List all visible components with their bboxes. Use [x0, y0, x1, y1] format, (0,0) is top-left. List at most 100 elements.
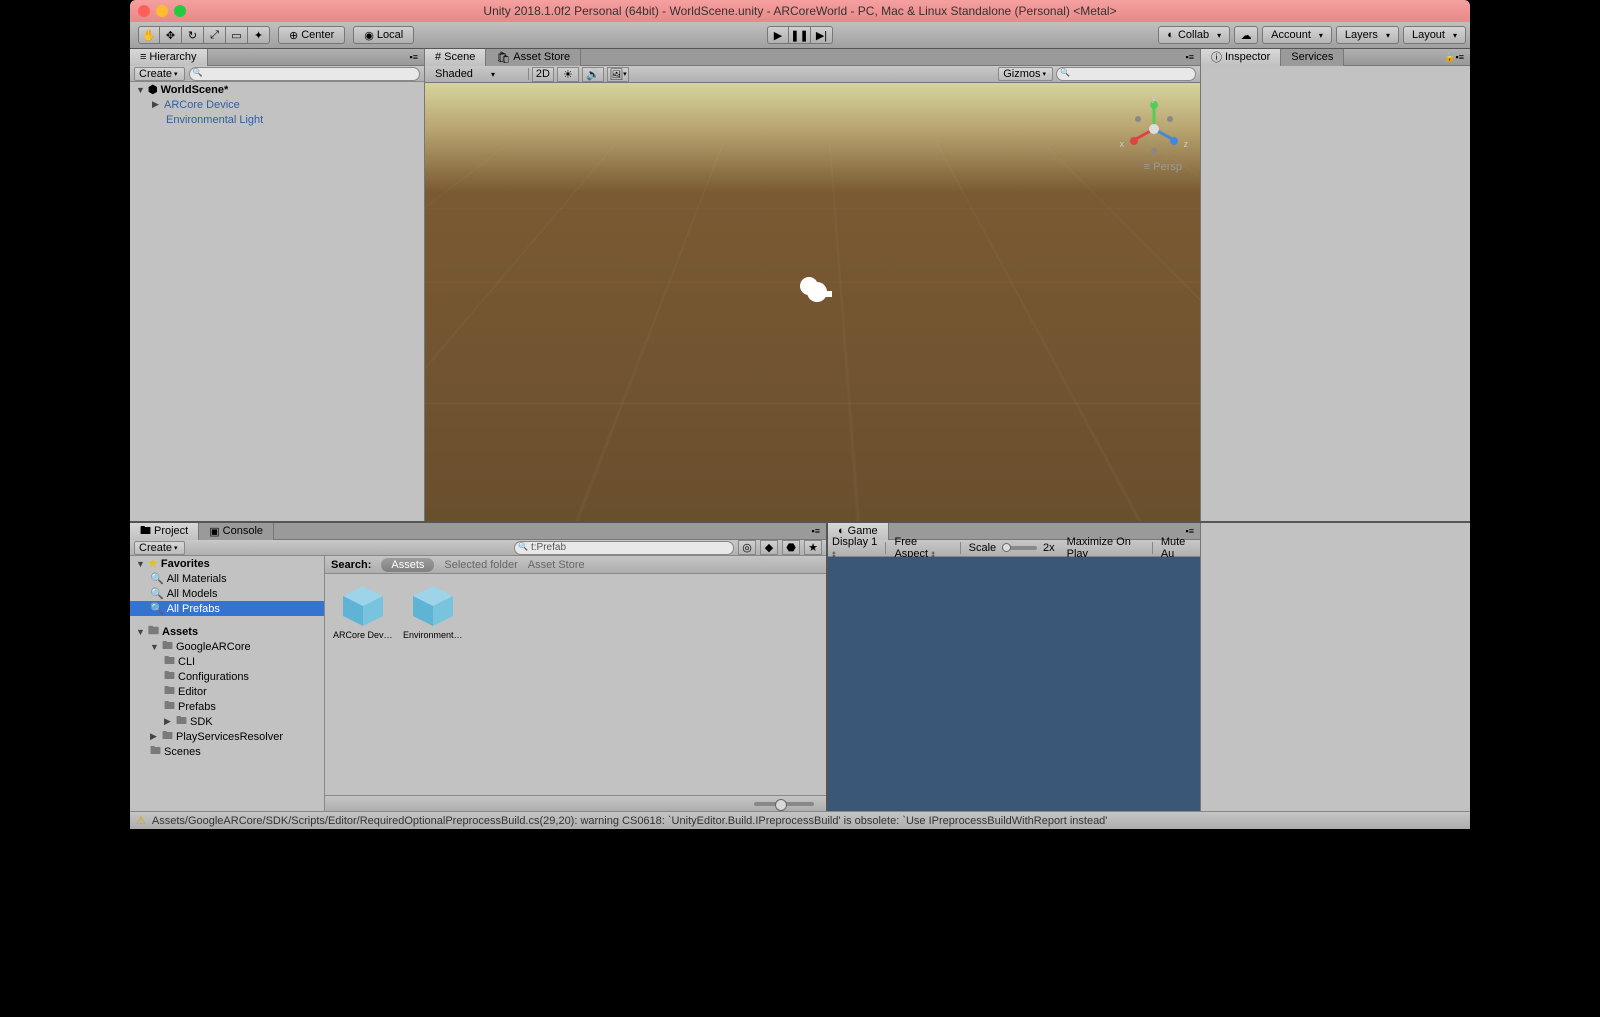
project-create-dropdown[interactable]: Create	[134, 541, 185, 555]
folder-googlearcore[interactable]: ▼🖿GoogleARCore	[130, 639, 324, 654]
project-subbar: Create t:Prefab ◎ ◆ ⬣ ★	[130, 540, 826, 556]
rotate-tool-button[interactable]: ↻	[182, 26, 204, 44]
project-body: ▼★Favorites 🔍All Materials 🔍All Models 🔍…	[130, 556, 826, 811]
scene-subbar: Shaded ▾ 2D ☀ 🔊 🖼▾ Gizmos	[425, 66, 1200, 83]
label-icon: ⬣	[786, 541, 796, 554]
scene-search-input[interactable]	[1056, 67, 1196, 81]
console-tab[interactable]: ▣Console	[199, 523, 274, 540]
inspector-tab[interactable]: ⓘInspector	[1201, 49, 1281, 66]
favorite-all-materials[interactable]: 🔍All Materials	[130, 571, 324, 586]
folder-sdk[interactable]: ▶🖿SDK	[130, 714, 324, 729]
warning-icon: ⚠	[136, 814, 146, 827]
filter-by-label-button[interactable]: ⬣	[782, 540, 800, 555]
hierarchy-create-dropdown[interactable]: Create	[134, 67, 185, 81]
prefab-environmental-light[interactable]: Environmenta...	[405, 584, 461, 640]
hierarchy-icon: ≡	[140, 51, 146, 63]
draw-mode-dropdown[interactable]: Shaded ▾	[429, 67, 525, 82]
services-tab[interactable]: Services	[1281, 49, 1344, 66]
filter-assets-pill[interactable]: Assets	[381, 558, 434, 572]
folder-configurations[interactable]: 🖿Configurations	[130, 669, 324, 684]
layout-dropdown[interactable]: Layout	[1403, 26, 1466, 44]
gizmos-dropdown[interactable]: Gizmos	[998, 67, 1053, 81]
minimize-icon[interactable]	[156, 5, 168, 17]
project-tree[interactable]: ▼★Favorites 🔍All Materials 🔍All Models 🔍…	[130, 556, 325, 811]
folder-prefabs[interactable]: 🖿Prefabs	[130, 699, 324, 714]
account-dropdown[interactable]: Account	[1262, 26, 1332, 44]
play-button[interactable]: ▶	[767, 26, 789, 44]
collab-dropdown[interactable]: ◐Collab	[1158, 26, 1230, 44]
search-clear-button[interactable]: ◎	[738, 540, 756, 555]
cloud-icon: ☁	[1241, 29, 1252, 42]
search-icon: 🔍	[150, 602, 164, 615]
folder-icon: 🖿	[164, 697, 175, 716]
scale-tool-button[interactable]: ⤢	[204, 26, 226, 44]
scale-slider[interactable]	[1002, 546, 1037, 550]
hierarchy-tree[interactable]: ▼⬢WorldScene* ▶ARCore Device Environment…	[130, 82, 424, 521]
pivot-rotation-button[interactable]: ◉Local	[353, 26, 414, 44]
save-search-button[interactable]: ★	[804, 540, 822, 555]
filter-by-type-button[interactable]: ◆	[760, 540, 778, 555]
hierarchy-item-arcore-device[interactable]: ▶ARCore Device	[130, 97, 424, 112]
fx-toggle-button[interactable]: 🖼▾	[607, 67, 629, 82]
favorite-all-prefabs[interactable]: 🔍All Prefabs	[130, 601, 324, 616]
rect-tool-button[interactable]: ▭	[226, 26, 248, 44]
audio-toggle-button[interactable]: 🔊	[582, 67, 604, 82]
sun-icon: ☀	[563, 68, 573, 81]
panel-menu-icon[interactable]: ▪≡	[1180, 52, 1200, 62]
close-icon[interactable]	[138, 5, 150, 17]
layers-dropdown[interactable]: Layers	[1336, 26, 1399, 44]
foldout-icon[interactable]: ▶	[152, 99, 161, 110]
status-bar[interactable]: ⚠ Assets/GoogleARCore/SDK/Scripts/Editor…	[130, 811, 1470, 829]
asset-store-tab[interactable]: 🛍Asset Store	[486, 49, 581, 66]
scene-tab[interactable]: #Scene	[425, 49, 486, 66]
search-icon: 🔍	[150, 587, 164, 600]
foldout-icon[interactable]: ▼	[136, 85, 145, 95]
filter-asset-store[interactable]: Asset Store	[528, 559, 585, 571]
favorite-all-models[interactable]: 🔍All Models	[130, 586, 324, 601]
hierarchy-tab[interactable]: ≡Hierarchy	[130, 49, 208, 66]
console-icon: ▣	[209, 525, 219, 538]
collab-icon: ◐	[1167, 29, 1174, 41]
project-asset-grid[interactable]: ARCore Device Environmenta...	[325, 574, 826, 795]
folder-editor[interactable]: 🖿Editor	[130, 684, 324, 699]
projection-label[interactable]: ≡ Persp	[1144, 161, 1182, 173]
cloud-button[interactable]: ☁	[1234, 26, 1258, 44]
assets-header[interactable]: ▼🖿Assets	[130, 624, 324, 639]
project-tab[interactable]: 🖿Project	[130, 523, 199, 540]
scene-panel: #Scene 🛍Asset Store ▪≡ Shaded ▾ 2D ☀ 🔊 🖼…	[425, 49, 1200, 521]
inspector-tabrow: ⓘInspector Services 🔒▪≡	[1201, 49, 1470, 66]
hierarchy-tabrow: ≡Hierarchy ▪≡	[130, 49, 424, 66]
bottom-split: 🖿Project ▣Console ▪≡ Create t:Prefab ◎ ◆…	[130, 521, 1470, 811]
panel-menu-icon[interactable]: ▪≡	[806, 526, 826, 536]
panel-menu-icon[interactable]: ▪≡	[404, 52, 424, 62]
scale-label: Scale	[969, 542, 997, 554]
game-view[interactable]	[828, 557, 1200, 811]
project-search-input[interactable]: t:Prefab	[514, 541, 734, 555]
speaker-icon: 🔊	[586, 68, 600, 81]
unity-window: Unity 2018.1.0f2 Personal (64bit) - Worl…	[130, 0, 1470, 829]
maximize-icon[interactable]	[174, 5, 186, 17]
tag-icon: ◆	[765, 541, 773, 554]
hierarchy-item-environmental-light[interactable]: Environmental Light	[130, 112, 424, 127]
transform-tool-button[interactable]: ✦	[248, 26, 270, 44]
folder-scenes[interactable]: 🖿Scenes	[130, 744, 324, 759]
pause-button[interactable]: ❚❚	[789, 26, 811, 44]
panel-menu-icon[interactable]: 🔒▪≡	[1438, 52, 1470, 63]
filter-selected-folder[interactable]: Selected folder	[444, 559, 517, 571]
panel-menu-icon[interactable]: ▪≡	[1180, 526, 1200, 536]
mode-2d-button[interactable]: 2D	[532, 67, 554, 82]
lighting-toggle-button[interactable]: ☀	[557, 67, 579, 82]
pivot-mode-button[interactable]: ⊕Center	[278, 26, 345, 44]
step-button[interactable]: ▶|	[811, 26, 833, 44]
orientation-gizmo[interactable]	[1126, 101, 1182, 157]
prefab-arcore-device[interactable]: ARCore Device	[335, 584, 391, 640]
scene-view[interactable]: x y z ≡ Persp	[425, 83, 1200, 521]
scene-root-item[interactable]: ▼⬢WorldScene*	[130, 82, 424, 97]
folder-cli[interactable]: 🖿CLI	[130, 654, 324, 669]
icon-size-slider[interactable]	[754, 802, 814, 806]
folder-icon: 🖿	[176, 712, 187, 731]
hierarchy-search-input[interactable]	[189, 67, 420, 81]
move-tool-button[interactable]: ✥	[160, 26, 182, 44]
favorites-header[interactable]: ▼★Favorites	[130, 556, 324, 571]
hand-tool-button[interactable]: ✋	[138, 26, 160, 44]
